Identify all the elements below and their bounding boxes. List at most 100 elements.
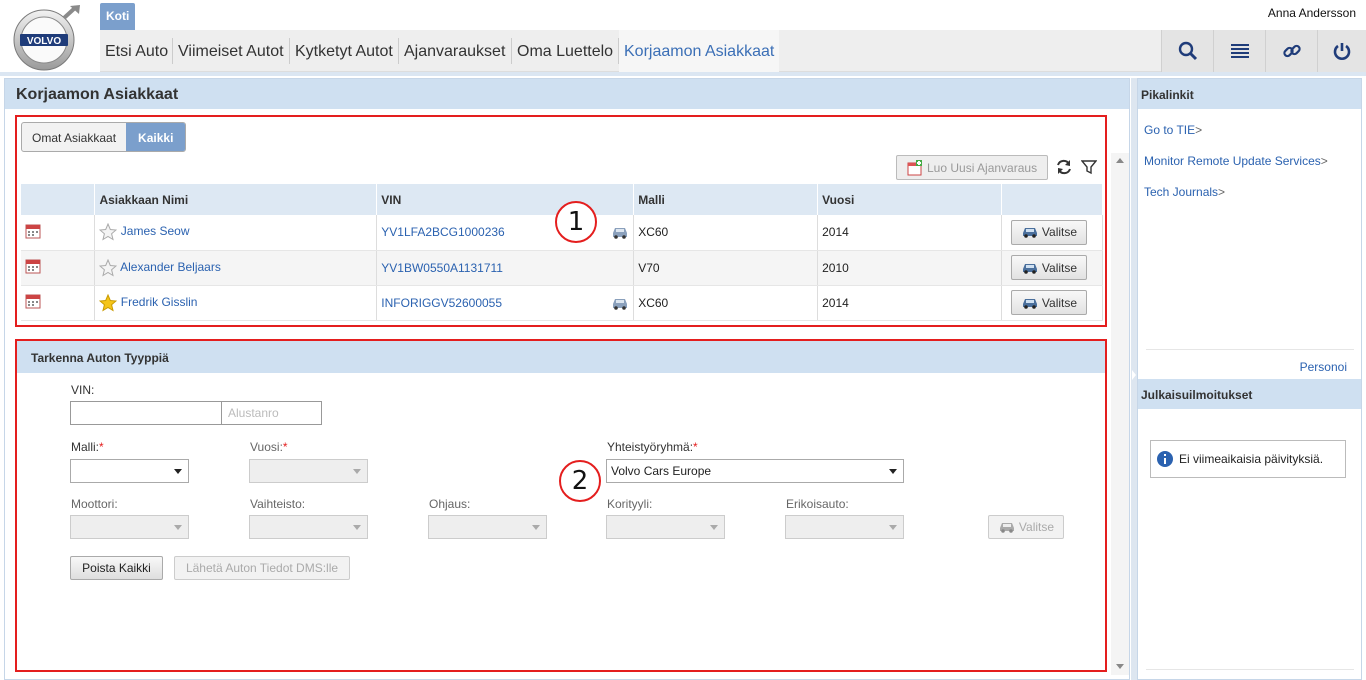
car-icon (999, 523, 1014, 533)
customer-list-section: Omat Asiakkaat Kaikki Luo Uusi Ajanvarau… (15, 115, 1107, 327)
vin-link[interactable]: YV1BW0550A1131711 (381, 261, 503, 275)
gearbox-select[interactable] (249, 515, 368, 539)
nav-viimeiset-autot[interactable]: Viimeiset Autot (178, 30, 284, 72)
special-car-label: Erikoisauto: (786, 497, 849, 511)
filter-icon[interactable] (1081, 158, 1097, 176)
star-empty-icon[interactable] (99, 222, 118, 241)
link-icon (1282, 44, 1301, 58)
vin-link[interactable]: INFORIGGV52600055 (381, 296, 502, 310)
logout-button[interactable] (1317, 30, 1366, 72)
refine-select-button[interactable]: Valitse (988, 515, 1064, 539)
vin-input[interactable] (70, 401, 222, 425)
clear-all-button[interactable]: Poista Kaikki (70, 556, 163, 580)
chassis-number-input[interactable]: Alustanro (221, 401, 322, 425)
search-icon (1178, 41, 1197, 61)
year-cell: 2010 (817, 250, 1002, 286)
steering-select[interactable] (428, 515, 547, 539)
col-header-vin[interactable]: VIN (376, 184, 635, 215)
nav-kytketyt-autot[interactable]: Kytketyt Autot (295, 30, 393, 72)
year-cell: 2014 (817, 285, 1002, 321)
col-header-name[interactable]: Asiakkaan Nimi (94, 184, 378, 215)
col-header-actions (1001, 184, 1104, 215)
quicklinks-title: Pikalinkit (1141, 88, 1194, 102)
engine-label: Moottori: (71, 497, 118, 511)
personalize-link[interactable]: Personoi (1300, 360, 1347, 374)
car-icon (1022, 263, 1037, 274)
volvo-logo[interactable]: VOLVO (10, 4, 82, 72)
select-button[interactable]: Valitse (1010, 290, 1087, 315)
notices-title: Julkaisuilmoitukset (1141, 388, 1253, 402)
quicklink-monitor-remote-update[interactable]: Monitor Remote Update Services> (1144, 154, 1328, 168)
nav-oma-luettelo[interactable]: Oma Luettelo (517, 30, 613, 72)
year-label: Vuosi:* (250, 440, 288, 454)
calendar-icon[interactable] (25, 223, 41, 239)
connected-car-icon (613, 298, 628, 310)
new-booking-label: Luo Uusi Ajanvaraus (927, 160, 1038, 175)
new-booking-button[interactable]: Luo Uusi Ajanvaraus (896, 155, 1048, 180)
select-button[interactable]: Valitse (1010, 219, 1087, 245)
star-empty-icon[interactable] (99, 258, 118, 277)
year-select[interactable] (249, 459, 368, 483)
refresh-icon[interactable] (1055, 158, 1073, 176)
right-sidebar: Pikalinkit Go to TIE> Monitor Remote Upd… (1137, 78, 1362, 680)
model-select[interactable] (70, 459, 189, 483)
app-header: VOLVO Koti Anna Andersson Etsi Auto Viim… (0, 0, 1366, 76)
list-icon (1230, 44, 1249, 58)
connected-car-icon (613, 228, 628, 239)
send-to-dms-button[interactable]: Lähetä Auton Tiedot DMS:lle (174, 556, 350, 580)
table-row[interactable]: Fredrik Gisslin INFORIGGV52600055 XC60 2… (21, 285, 1104, 321)
nav-ajanvaraukset[interactable]: Ajanvaraukset (404, 30, 505, 72)
search-button[interactable] (1161, 30, 1213, 72)
col-header-year[interactable]: Vuosi (817, 184, 1002, 215)
steering-label: Ohjaus: (429, 497, 471, 511)
select-label: Valitse (1041, 225, 1078, 240)
section-title: Tarkenna Auton Tyyppiä (31, 351, 169, 365)
vin-link[interactable]: YV1LFA2BCG1000236 (381, 225, 504, 239)
callout-1: 1 (555, 201, 597, 243)
home-tab[interactable]: Koti (100, 3, 136, 30)
quicklink-tech-journals[interactable]: Tech Journals> (1144, 185, 1225, 199)
nav-korjaamon-asiakkaat[interactable]: Korjaamon Asiakkaat (619, 30, 780, 72)
vin-label: VIN: (71, 383, 95, 397)
partner-group-value: Volvo Cars Europe (611, 464, 712, 478)
star-filled-icon[interactable] (99, 293, 118, 312)
user-name[interactable]: Anna Andersson (1268, 6, 1356, 20)
select-label: Valitse (1041, 260, 1078, 275)
quicklink-go-to-tie[interactable]: Go to TIE> (1144, 123, 1202, 137)
engine-select[interactable] (70, 515, 189, 539)
nav-etsi-auto[interactable]: Etsi Auto (105, 30, 168, 72)
segment-own-customers[interactable]: Omat Asiakkaat (22, 123, 126, 151)
model-cell: XC60 (633, 215, 819, 251)
special-car-select[interactable] (785, 515, 904, 539)
logo-text: VOLVO (27, 36, 61, 47)
page-title: Korjaamon Asiakkaat (16, 86, 179, 103)
customer-name-link[interactable]: Fredrik Gisslin (121, 295, 198, 309)
car-icon (1022, 298, 1037, 309)
body-style-select[interactable] (606, 515, 725, 539)
partner-group-label: Yhteistyöryhmä:* (607, 440, 698, 454)
model-label: Malli:* (71, 440, 104, 454)
info-icon (1157, 451, 1173, 467)
power-icon (1333, 43, 1351, 60)
menu-button[interactable] (1213, 30, 1265, 72)
gearbox-label: Vaihteisto: (250, 497, 306, 511)
table-row[interactable]: Alexander Beljaars YV1BW0550A1131711 V70… (21, 250, 1104, 286)
calendar-icon[interactable] (25, 258, 41, 274)
calendar-icon[interactable] (25, 293, 41, 309)
partner-group-select[interactable]: Volvo Cars Europe (606, 459, 904, 483)
links-button[interactable] (1265, 30, 1317, 72)
main-nav: Etsi Auto Viimeiset Autot Kytketyt Autot… (100, 30, 1366, 72)
body-style-label: Korityyli: (607, 497, 653, 511)
car-icon (1022, 228, 1037, 239)
year-cell: 2014 (817, 215, 1002, 251)
main-panel: Korjaamon Asiakkaat Omat Asiakkaat Kaikk… (4, 78, 1130, 680)
segment-all-customers[interactable]: Kaikki (126, 123, 186, 151)
customer-name-link[interactable]: Alexander Beljaars (120, 260, 221, 274)
customer-name-link[interactable]: James Seow (121, 224, 190, 238)
col-header-icon (21, 184, 96, 215)
select-label: Valitse (1041, 295, 1078, 310)
refine-car-type-section: Tarkenna Auton Tyyppiä VIN: Alustanro Ma… (15, 339, 1107, 672)
col-header-model[interactable]: Malli (633, 184, 819, 215)
select-button[interactable]: Valitse (1010, 255, 1087, 280)
main-scrollbar[interactable] (1111, 153, 1129, 675)
